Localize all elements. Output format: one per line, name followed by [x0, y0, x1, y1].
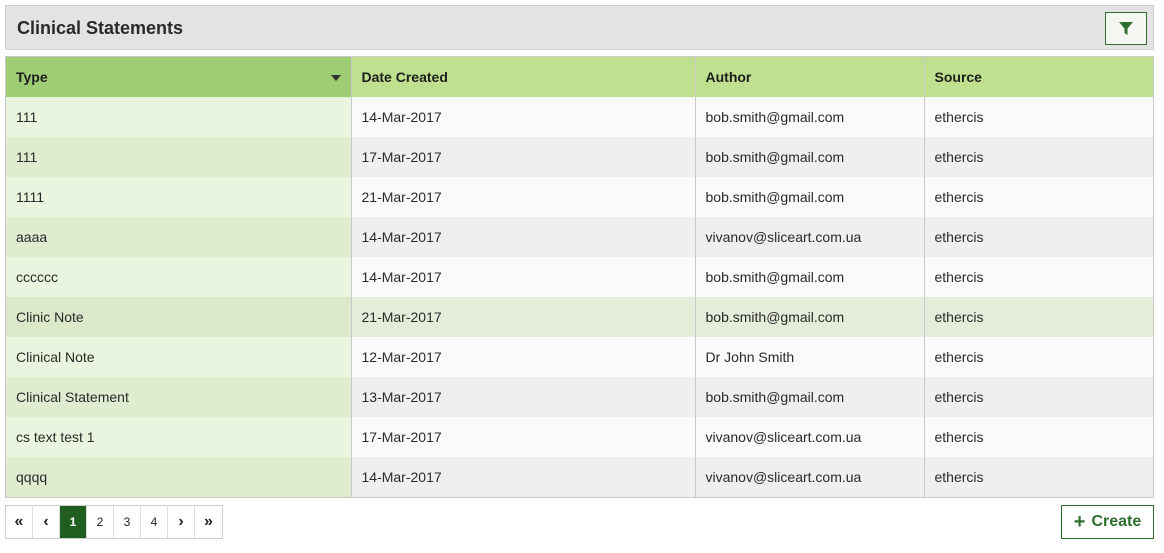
filter-button[interactable]: [1105, 12, 1147, 45]
table-header-row: Type Date Created Author Source: [6, 57, 1153, 97]
cell-type: Clinical Statement: [6, 377, 352, 417]
table-row[interactable]: cs text test 1 17-Mar-2017 vivanov@slicear…: [6, 417, 1153, 457]
page-button-2[interactable]: 2: [87, 506, 114, 538]
cell-source: ethercis: [924, 97, 1153, 137]
cell-source: ethercis: [924, 137, 1153, 177]
cell-date-created: 14-Mar-2017: [351, 257, 696, 297]
column-header-date-created[interactable]: Date Created: [351, 57, 696, 97]
table-row[interactable]: Clinical Note 12-Mar-2017 Dr John Smith eth…: [6, 337, 1153, 377]
cell-author: vivanov@sliceart.com.ua: [695, 417, 925, 457]
cell-author: vivanov@sliceart.com.ua: [695, 457, 925, 497]
table-row[interactable]: Clinic Note 21-Mar-2017 bob.smith@gmail.co…: [6, 297, 1153, 337]
page-button-1[interactable]: 1: [60, 506, 87, 538]
create-button[interactable]: + Create: [1061, 505, 1154, 539]
cell-author: bob.smith@gmail.com: [695, 177, 925, 217]
first-page-button[interactable]: «: [6, 506, 33, 538]
cell-type: qqqq: [6, 457, 352, 497]
panel-header: Clinical Statements: [5, 5, 1154, 50]
cell-type: cs text test 1: [6, 417, 352, 457]
filter-icon: [1119, 21, 1133, 35]
prev-page-button[interactable]: ‹: [33, 506, 60, 538]
cell-author: bob.smith@gmail.com: [695, 97, 925, 137]
cell-type: aaaa: [6, 217, 352, 257]
table-row[interactable]: qqqq 14-Mar-2017 vivanov@sliceart.com.ua et…: [6, 457, 1153, 497]
table-row[interactable]: 1111 21-Mar-2017 bob.smith@gmail.com etherc…: [6, 177, 1153, 217]
column-header-author[interactable]: Author: [695, 57, 925, 97]
table-row[interactable]: cccccc 14-Mar-2017 bob.smith@gmail.com ethe…: [6, 257, 1153, 297]
cell-source: ethercis: [924, 457, 1153, 497]
page-title: Clinical Statements: [17, 18, 184, 38]
last-page-button[interactable]: »: [195, 506, 222, 538]
table-row[interactable]: 111 14-Mar-2017 bob.smith@gmail.com etherci…: [6, 97, 1153, 137]
column-header-source[interactable]: Source: [924, 57, 1153, 97]
cell-author: bob.smith@gmail.com: [695, 297, 925, 337]
page-button-4[interactable]: 4: [141, 506, 168, 538]
cell-source: ethercis: [924, 417, 1153, 457]
cell-type: cccccc: [6, 257, 352, 297]
cell-date-created: 14-Mar-2017: [351, 457, 696, 497]
column-header-type[interactable]: Type: [6, 57, 352, 97]
table-row[interactable]: 111 17-Mar-2017 bob.smith@gmail.com etherci…: [6, 137, 1153, 177]
cell-date-created: 14-Mar-2017: [351, 217, 696, 257]
cell-date-created: 17-Mar-2017: [351, 417, 696, 457]
next-page-button[interactable]: ›: [168, 506, 195, 538]
cell-date-created: 17-Mar-2017: [351, 137, 696, 177]
cell-author: vivanov@sliceart.com.ua: [695, 217, 925, 257]
cell-date-created: 13-Mar-2017: [351, 377, 696, 417]
create-button-label: Create: [1091, 513, 1142, 530]
cell-author: bob.smith@gmail.com: [695, 377, 925, 417]
sort-desc-icon: [330, 75, 341, 81]
cell-type: 111: [6, 137, 352, 177]
cell-date-created: 14-Mar-2017: [351, 97, 696, 137]
cell-type: Clinical Note: [6, 337, 352, 377]
cell-date-created: 12-Mar-2017: [351, 337, 696, 377]
cell-source: ethercis: [924, 177, 1153, 217]
table-row[interactable]: Clinical Statement 13-Mar-2017 bob.smith@g…: [6, 377, 1153, 417]
cell-author: bob.smith@gmail.com: [695, 257, 925, 297]
cell-source: ethercis: [924, 377, 1153, 417]
cell-source: ethercis: [924, 257, 1153, 297]
cell-date-created: 21-Mar-2017: [351, 297, 696, 337]
cell-source: ethercis: [924, 337, 1153, 377]
cell-source: ethercis: [924, 217, 1153, 257]
cell-author: bob.smith@gmail.com: [695, 137, 925, 177]
cell-author: Dr John Smith: [695, 337, 925, 377]
clinical-statements-table: Type Date Created Author Source 111 14-Ma…: [5, 56, 1154, 498]
plus-icon: +: [1073, 511, 1086, 533]
cell-type: Clinic Note: [6, 297, 352, 337]
table-row[interactable]: aaaa 14-Mar-2017 vivanov@sliceart.com.ua et…: [6, 217, 1153, 257]
page-button-3[interactable]: 3: [114, 506, 141, 538]
cell-date-created: 21-Mar-2017: [351, 177, 696, 217]
cell-source: ethercis: [924, 297, 1153, 337]
cell-type: 1111: [6, 177, 352, 217]
cell-type: 111: [6, 97, 352, 137]
pagination: « ‹ 1 2 3 4 › »: [5, 505, 223, 539]
